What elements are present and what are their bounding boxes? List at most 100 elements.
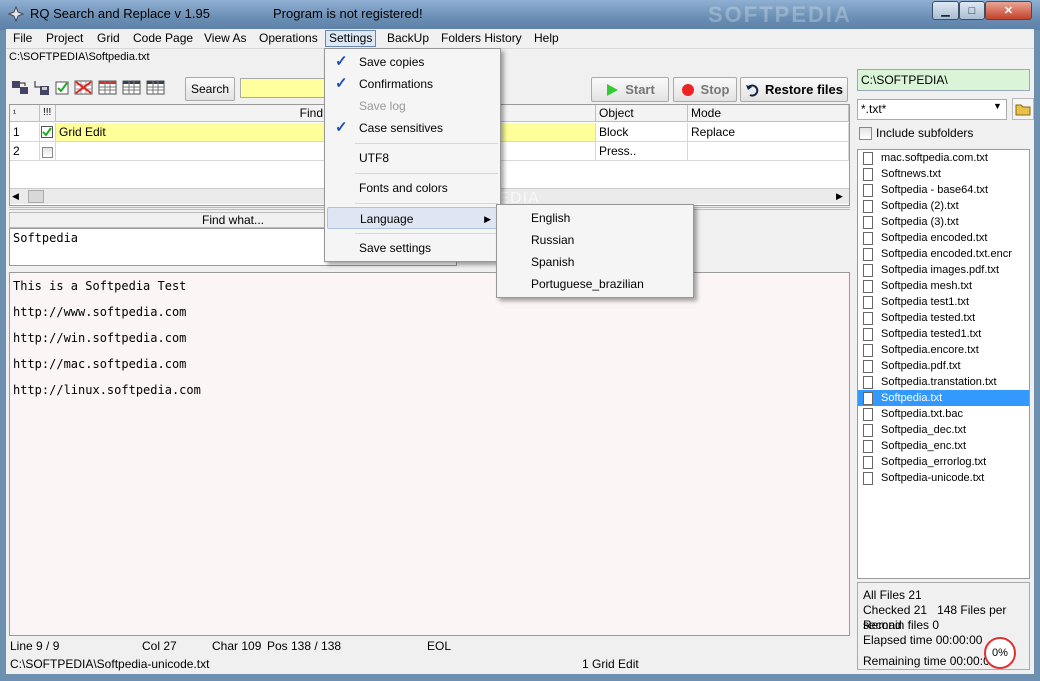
grid-header-flag: !!! xyxy=(40,105,56,122)
open-folder-button[interactable] xyxy=(1012,98,1034,120)
maximize-icon: □ xyxy=(968,4,976,17)
file-icon xyxy=(863,424,873,437)
file-name: Softpedia_errorlog.txt xyxy=(881,456,987,468)
stat-remain: Remain files 0 xyxy=(863,618,940,632)
file-icon xyxy=(863,440,873,453)
file-list-item[interactable]: Softpedia tested.txt xyxy=(858,310,1029,326)
grid-icon[interactable] xyxy=(98,79,117,96)
menu-code-page[interactable]: Code Page xyxy=(130,31,196,46)
menu-item-fonts-and-colors[interactable]: Fonts and colors xyxy=(327,177,498,199)
menu-item-utf8[interactable]: UTF8 xyxy=(327,147,498,169)
menu-file[interactable]: File xyxy=(10,31,35,46)
file-icon xyxy=(863,408,873,421)
file-list-item[interactable]: Softpedia (3).txt xyxy=(858,214,1029,230)
menu-project[interactable]: Project xyxy=(43,31,86,46)
menu-item-label: Save settings xyxy=(359,241,432,255)
file-list-item[interactable]: Softpedia - base64.txt xyxy=(858,182,1029,198)
file-list-item[interactable]: Softpedia mesh.txt xyxy=(858,278,1029,294)
grid-row-checkbox[interactable] xyxy=(40,142,56,161)
file-name: Softpedia.txt.bac xyxy=(881,408,963,420)
language-spanish[interactable]: Spanish xyxy=(499,251,689,273)
status-line: Line 9 / 9 xyxy=(10,639,60,653)
file-list-item[interactable]: mac.softpedia.com.txt xyxy=(858,150,1029,166)
grid-header-object[interactable]: Object xyxy=(596,105,688,122)
language-english[interactable]: English xyxy=(499,207,689,229)
checked-icon xyxy=(41,126,53,138)
grid-insert-icon[interactable] xyxy=(122,79,141,96)
file-list-item[interactable]: Softpedia.encore.txt xyxy=(858,342,1029,358)
close-button[interactable]: ✕ xyxy=(985,1,1032,20)
grid-header-mode[interactable]: Mode xyxy=(688,105,849,122)
menu-settings[interactable]: Settings xyxy=(325,30,377,47)
language-russian[interactable]: Russian xyxy=(499,229,689,251)
file-list-item[interactable]: Softpedia_enc.txt xyxy=(858,438,1029,454)
file-name: Softpedia (3).txt xyxy=(881,216,959,228)
menu-help[interactable]: Help xyxy=(531,31,562,46)
grid-cell-mode[interactable]: Replace xyxy=(688,123,849,142)
file-list-item[interactable]: Softpedia-unicode.txt xyxy=(858,470,1029,486)
search-input[interactable] xyxy=(240,78,330,98)
menu-folders-history[interactable]: Folders History xyxy=(438,31,525,46)
file-name: Softpedia_dec.txt xyxy=(881,424,967,436)
file-list-item[interactable]: Softpedia.pdf.txt xyxy=(858,358,1029,374)
file-name: Softpedia (2).txt xyxy=(881,200,959,212)
file-icon xyxy=(863,152,873,165)
file-list-item[interactable]: Softpedia test1.txt xyxy=(858,294,1029,310)
file-list-item[interactable]: Softpedia encoded.txt xyxy=(858,230,1029,246)
file-list-item-selected[interactable]: Softpedia.txt xyxy=(858,390,1029,406)
menu-item-language[interactable]: Language ▶ xyxy=(327,207,498,229)
grid-row-checkbox[interactable] xyxy=(40,123,56,142)
chevron-down-icon[interactable]: ▼ xyxy=(993,101,1002,111)
minimize-button[interactable]: ▁ xyxy=(932,1,959,20)
file-list-item[interactable]: Softpedia images.pdf.txt xyxy=(858,262,1029,278)
file-icon xyxy=(863,312,873,325)
menu-operations[interactable]: Operations xyxy=(256,31,321,46)
check-icon: ✓ xyxy=(335,75,348,92)
file-list-item[interactable]: Softpedia.txt.bac xyxy=(858,406,1029,422)
menu-view-as[interactable]: View As xyxy=(201,31,249,46)
file-filter-select[interactable]: *.txt* xyxy=(857,99,1007,120)
load-icon[interactable] xyxy=(11,79,30,96)
save-icon[interactable] xyxy=(32,79,51,96)
file-list-item[interactable]: Softpedia tested1.txt xyxy=(858,326,1029,342)
restore-files-button[interactable]: Restore files xyxy=(740,77,848,102)
maximize-button[interactable]: □ xyxy=(959,1,985,20)
file-list-item[interactable]: Softpedia_dec.txt xyxy=(858,422,1029,438)
grid-cell-object[interactable]: Press.. xyxy=(596,142,688,161)
grid-append-icon[interactable] xyxy=(146,79,165,96)
scroll-thumb[interactable] xyxy=(28,190,44,203)
menu-item-case-sensitives[interactable]: ✓ Case sensitives xyxy=(327,117,498,139)
grid-row-number: 2 xyxy=(10,142,40,161)
grid-cell-mode[interactable] xyxy=(688,142,849,161)
menu-item-confirmations[interactable]: ✓ Confirmations xyxy=(327,73,498,95)
folder-path[interactable]: C:\SOFTPEDIA\ xyxy=(857,69,1030,91)
menu-item-save-copies[interactable]: ✓ Save copies xyxy=(327,51,498,73)
menu-grid[interactable]: Grid xyxy=(94,31,123,46)
menu-bar: File Project Grid Code Page View As Oper… xyxy=(6,29,1034,49)
file-list-item[interactable]: Softpedia (2).txt xyxy=(858,198,1029,214)
check-all-icon[interactable] xyxy=(54,79,73,96)
delete-rows-icon[interactable] xyxy=(74,79,93,96)
content-line: http://win.softpedia.com xyxy=(13,331,187,345)
file-list-item[interactable]: Softpedia encoded.txt.encr xyxy=(858,246,1029,262)
file-list-item[interactable]: Softpedia_errorlog.txt xyxy=(858,454,1029,470)
language-portuguese-brazilian[interactable]: Portuguese_brazilian xyxy=(499,273,689,295)
search-button[interactable]: Search xyxy=(185,77,235,101)
menu-item-save-log: Save log xyxy=(327,95,498,117)
file-content-editor[interactable]: This is a Softpedia Test http://www.soft… xyxy=(9,272,850,636)
grid-cell-object[interactable]: Block xyxy=(596,123,688,142)
scroll-right-icon[interactable]: ▶ xyxy=(836,191,843,202)
content-line: This is a Softpedia Test xyxy=(13,279,187,293)
file-list-item[interactable]: Softnews.txt xyxy=(858,166,1029,182)
file-icon xyxy=(863,232,873,245)
menu-item-save-settings[interactable]: Save settings xyxy=(327,237,498,259)
file-list-item[interactable]: Softpedia.transtation.txt xyxy=(858,374,1029,390)
stat-checked: Checked 21 xyxy=(863,603,928,617)
menu-backup[interactable]: BackUp xyxy=(384,31,432,46)
include-subfolders-checkbox[interactable]: Include subfolders xyxy=(859,126,973,140)
menu-separator xyxy=(355,233,498,234)
start-button[interactable]: Start xyxy=(591,77,669,102)
stop-button[interactable]: Stop xyxy=(673,77,737,102)
scroll-left-icon[interactable]: ◀ xyxy=(12,191,19,202)
start-label: Start xyxy=(625,82,655,97)
